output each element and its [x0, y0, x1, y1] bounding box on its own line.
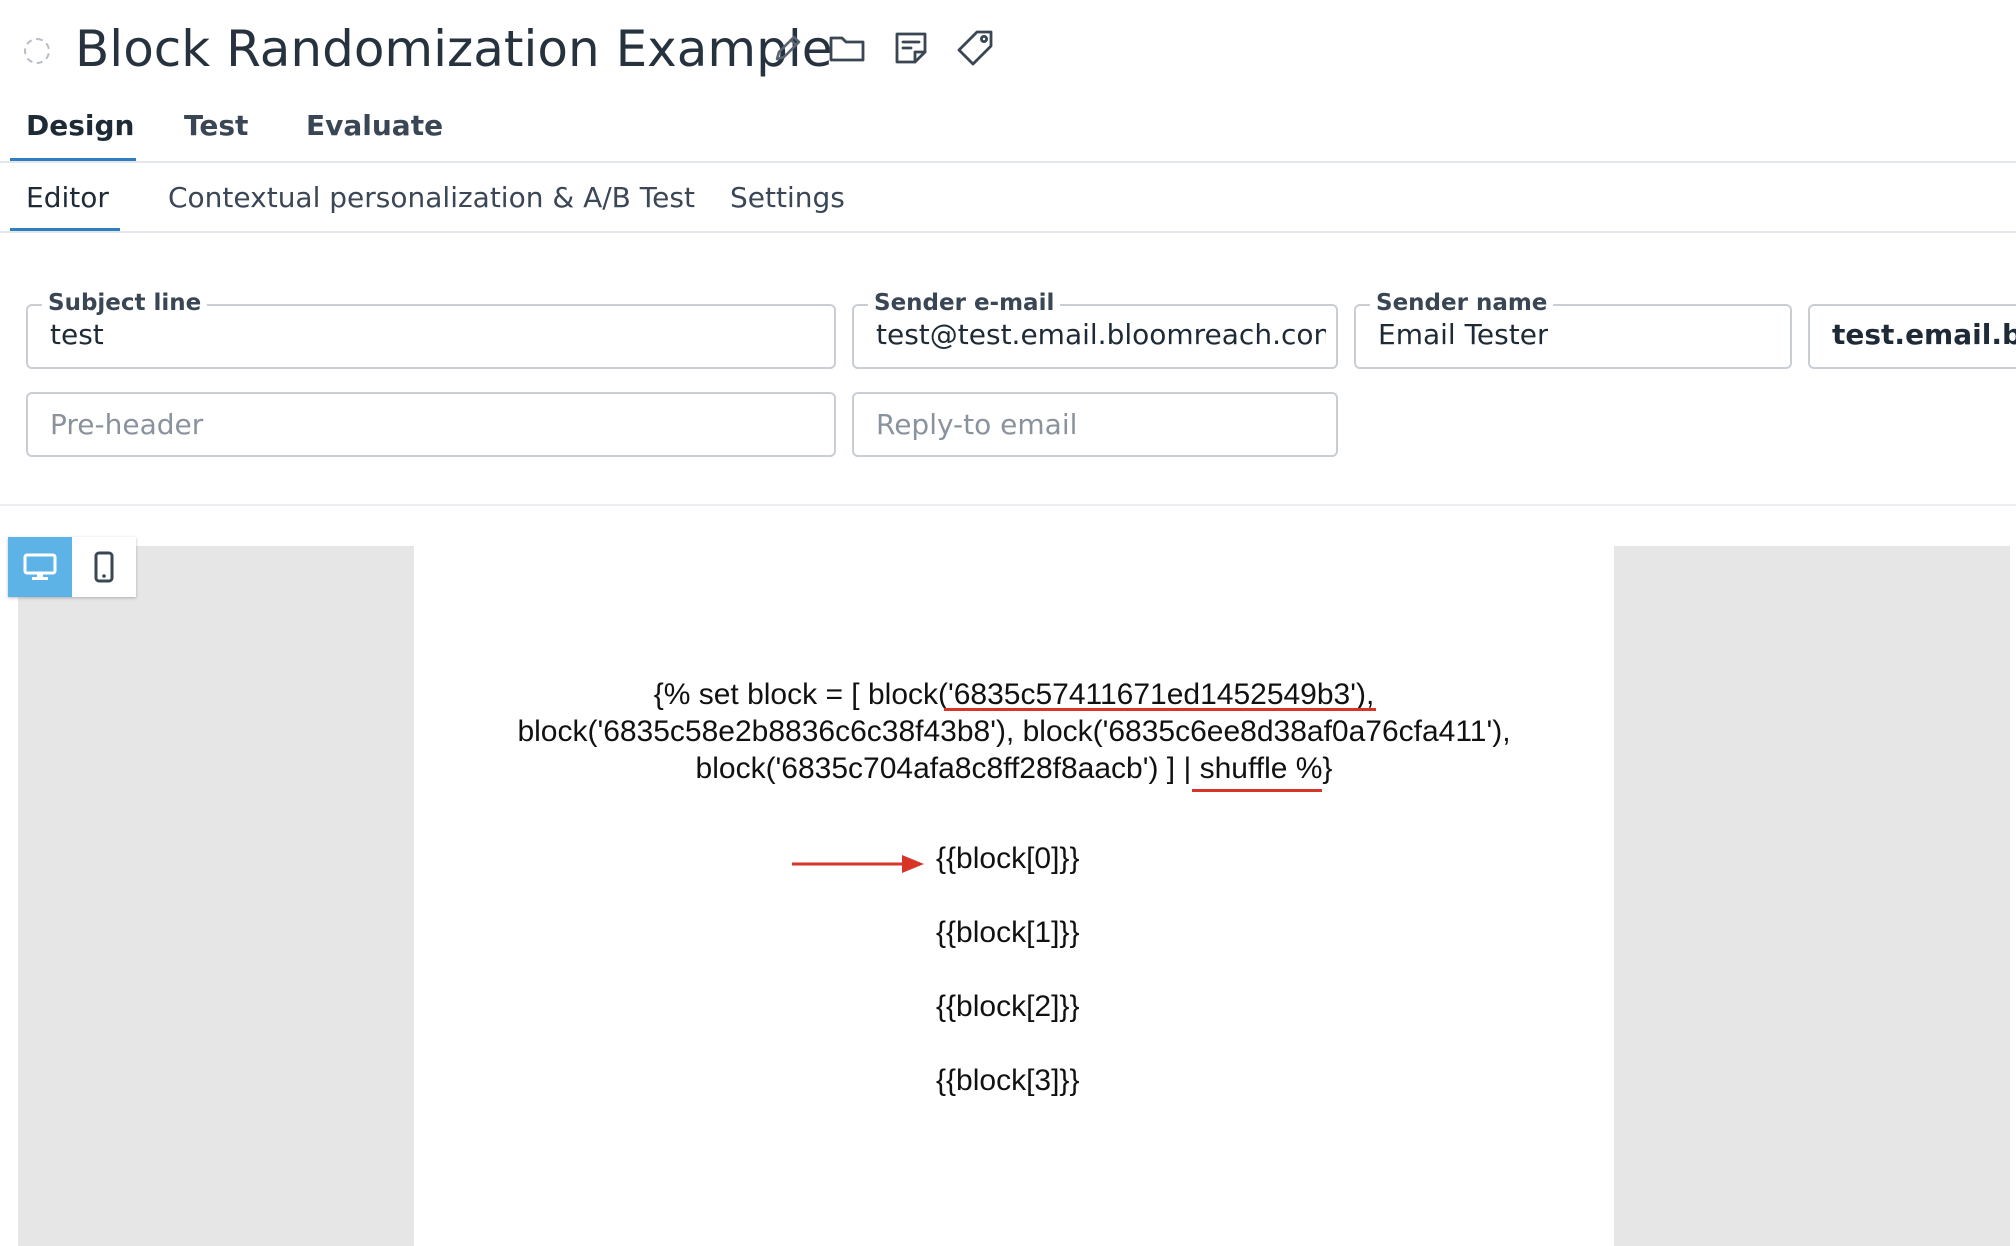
- sender-email-field[interactable]: Sender e-mail test@test.email.bloomreach…: [852, 290, 1338, 369]
- subject-line-label: Subject line: [42, 290, 208, 316]
- annotation-underline-shuffle: [1192, 789, 1322, 792]
- desktop-view-button[interactable]: [8, 537, 72, 597]
- tag-icon[interactable]: [955, 28, 995, 68]
- block-output-3: {{block[3]}}: [936, 1064, 1080, 1097]
- tab-test[interactable]: Test: [184, 106, 248, 146]
- code-line-2: block('6835c58e2b8836c6c38f43b8'), block…: [517, 715, 1511, 748]
- subtab-editor[interactable]: Editor: [26, 178, 109, 218]
- annotation-underline-block-id: [944, 708, 1376, 711]
- block-output-0: {{block[0]}}: [936, 842, 1080, 875]
- block-output-1: {{block[1]}}: [936, 916, 1080, 949]
- tab-evaluate[interactable]: Evaluate: [306, 106, 443, 146]
- mobile-icon: [94, 551, 114, 583]
- subject-line-field[interactable]: Subject line test: [26, 290, 836, 369]
- code-line-3: block('6835c704afa8c8ff28f8aacb') ] | sh…: [695, 752, 1333, 785]
- tab-design[interactable]: Design: [26, 106, 134, 146]
- note-icon[interactable]: [891, 28, 931, 68]
- pre-header-placeholder: Pre-header: [50, 408, 204, 441]
- page-title: Block Randomization Example: [75, 20, 833, 78]
- sender-email-value: test@test.email.bloomreach.com: [876, 318, 1326, 351]
- sender-domain-value: test.email.bloomreach.com: [1832, 318, 2016, 351]
- mobile-view-button[interactable]: [72, 537, 136, 597]
- template-code: {% set block = [ block('6835c57411671ed1…: [414, 676, 1614, 787]
- tabs-divider: [0, 161, 2016, 163]
- subtab-contextual-personalization[interactable]: Contextual personalization & A/B Test: [168, 178, 695, 218]
- reply-to-email-input[interactable]: Reply-to email: [852, 392, 1338, 457]
- fields-divider: [0, 504, 2016, 506]
- preview-margin-right: [1614, 546, 2010, 1246]
- folder-icon[interactable]: [827, 28, 867, 68]
- preview-margin-left: [18, 546, 414, 1246]
- sender-email-label: Sender e-mail: [868, 290, 1061, 316]
- desktop-icon: [23, 553, 57, 580]
- reply-to-placeholder: Reply-to email: [876, 408, 1078, 441]
- subtab-settings[interactable]: Settings: [730, 178, 845, 218]
- subtabs-divider: [0, 231, 2016, 233]
- pre-header-input[interactable]: Pre-header: [26, 392, 836, 457]
- sender-domain-select[interactable]: test.email.bloomreach.com: [1808, 304, 2016, 369]
- edit-icon[interactable]: [768, 28, 808, 68]
- sender-name-field[interactable]: Sender name Email Tester: [1354, 290, 1792, 369]
- block-output-2: {{block[2]}}: [936, 990, 1080, 1023]
- subject-line-value: test: [50, 318, 104, 351]
- sender-name-value: Email Tester: [1378, 318, 1549, 351]
- device-toggle: [8, 537, 136, 597]
- sender-name-label: Sender name: [1370, 290, 1554, 316]
- status-indicator-icon: [24, 38, 50, 64]
- annotation-arrow-icon: [792, 855, 924, 873]
